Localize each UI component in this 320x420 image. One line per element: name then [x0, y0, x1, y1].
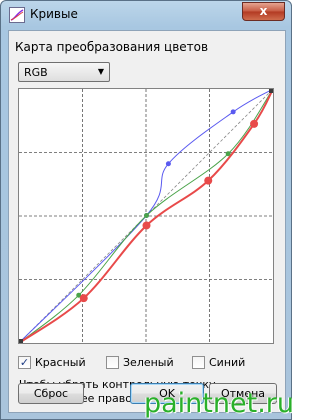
reset-button[interactable]: Сброс	[18, 383, 84, 404]
watermark: paintnet.ru	[144, 388, 294, 419]
red-control-point	[204, 176, 213, 185]
endpoint-white	[269, 89, 273, 93]
blue-control-point	[230, 109, 236, 115]
checkbox-box[interactable]	[106, 356, 119, 369]
green-control-point	[143, 213, 149, 219]
curves-app-icon	[9, 7, 25, 23]
curves-dialog: Кривые x Карта преобразования цветов RGB…	[0, 0, 294, 420]
checkbox-label: Зеленый	[123, 356, 174, 369]
close-icon: x	[259, 4, 268, 18]
title-bar[interactable]: Кривые x	[1, 1, 291, 29]
curves-graph[interactable]	[18, 88, 274, 344]
checkbox-box[interactable]	[192, 356, 205, 369]
checkbox-label: Красный	[35, 356, 86, 369]
close-button[interactable]: x	[242, 2, 285, 21]
red-control-point	[250, 119, 259, 128]
checkbox-box[interactable]: ✓	[18, 356, 31, 369]
dialog-body: Карта преобразования цветов RGB ▼ ✓ Крас…	[8, 30, 286, 413]
red-control-point	[142, 221, 151, 230]
endpoint-black	[19, 339, 23, 343]
chevron-down-icon: ▼	[97, 67, 104, 76]
checkbox-label: Синий	[209, 356, 246, 369]
blue-control-point	[165, 161, 171, 167]
red-control-point	[79, 294, 88, 303]
section-label: Карта преобразования цветов	[15, 40, 209, 54]
channel-select[interactable]: RGB ▼	[18, 62, 110, 82]
curves-canvas[interactable]	[19, 89, 273, 343]
channel-select-value: RGB	[24, 66, 48, 79]
window-title: Кривые	[30, 7, 78, 21]
